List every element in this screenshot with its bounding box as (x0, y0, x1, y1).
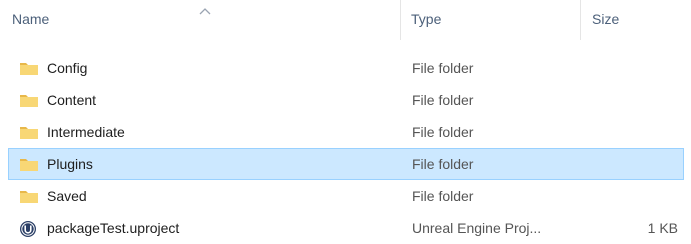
file-type: File folder (412, 188, 474, 204)
column-header-name[interactable]: Name (12, 11, 49, 27)
file-type: File folder (412, 92, 474, 108)
chevron-up-icon[interactable] (198, 2, 212, 20)
column-divider[interactable] (400, 0, 401, 40)
file-list: Config File folder Content File folder I… (0, 52, 691, 244)
file-name: Saved (47, 188, 87, 204)
file-size: 1 KB (647, 220, 678, 236)
folder-icon (19, 92, 39, 108)
file-type: File folder (412, 124, 474, 140)
file-type: Unreal Engine Proj... (412, 220, 542, 236)
column-divider[interactable] (580, 0, 581, 40)
unreal-engine-icon (19, 220, 39, 237)
file-type: File folder (412, 156, 474, 172)
file-row-plugins[interactable]: Plugins File folder (8, 148, 684, 180)
column-header-type[interactable]: Type (411, 11, 441, 27)
file-name: Plugins (47, 156, 93, 172)
folder-icon (19, 156, 39, 172)
file-type: File folder (412, 60, 474, 76)
file-name: Config (47, 60, 88, 76)
column-header-size[interactable]: Size (592, 11, 619, 27)
file-row-content[interactable]: Content File folder (0, 84, 691, 116)
file-row-saved[interactable]: Saved File folder (0, 180, 691, 212)
file-name: Intermediate (47, 124, 125, 140)
folder-icon (19, 124, 39, 140)
folder-icon (19, 60, 39, 76)
file-row-packagetest-uproject[interactable]: packageTest.uproject Unreal Engine Proj.… (0, 212, 691, 244)
file-name: Content (47, 92, 97, 108)
folder-icon (19, 188, 39, 204)
file-row-intermediate[interactable]: Intermediate File folder (0, 116, 691, 148)
column-header-bar: Name Type Size (0, 0, 691, 40)
file-name: packageTest.uproject (47, 220, 180, 236)
file-row-config[interactable]: Config File folder (0, 52, 691, 84)
